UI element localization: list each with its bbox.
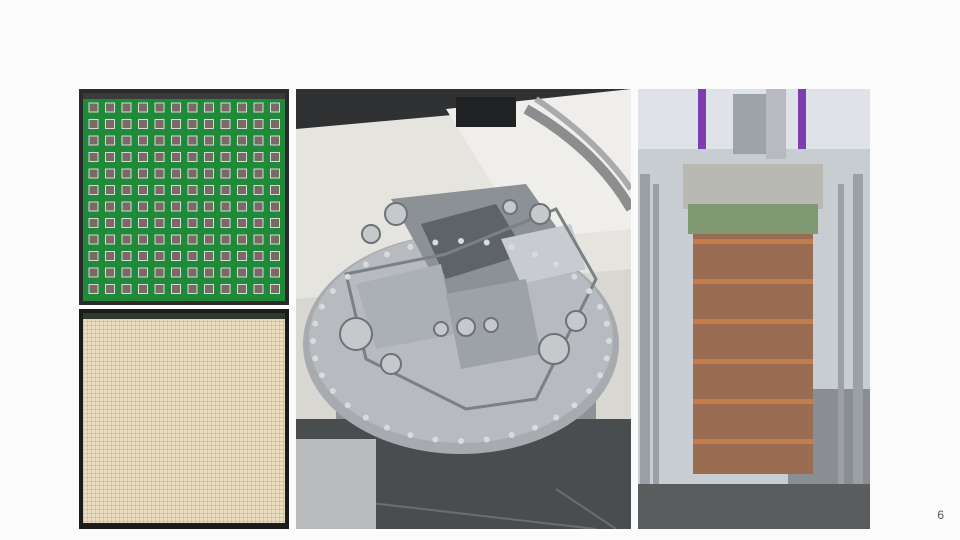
pcb-pixel-grid-back-photo	[79, 309, 289, 529]
cryostat-top-flange-photo	[296, 89, 631, 529]
pcb-pad-array-front-photo	[79, 89, 289, 305]
pcb-pixel-grid-image	[79, 309, 289, 529]
tpc-field-cage-frame-photo	[638, 89, 870, 529]
slide: 6	[0, 0, 960, 540]
cryostat-image	[296, 89, 631, 529]
page-number: 6	[937, 508, 944, 522]
tpc-frame-image	[638, 89, 870, 529]
pcb-pad-array-image	[79, 89, 289, 305]
